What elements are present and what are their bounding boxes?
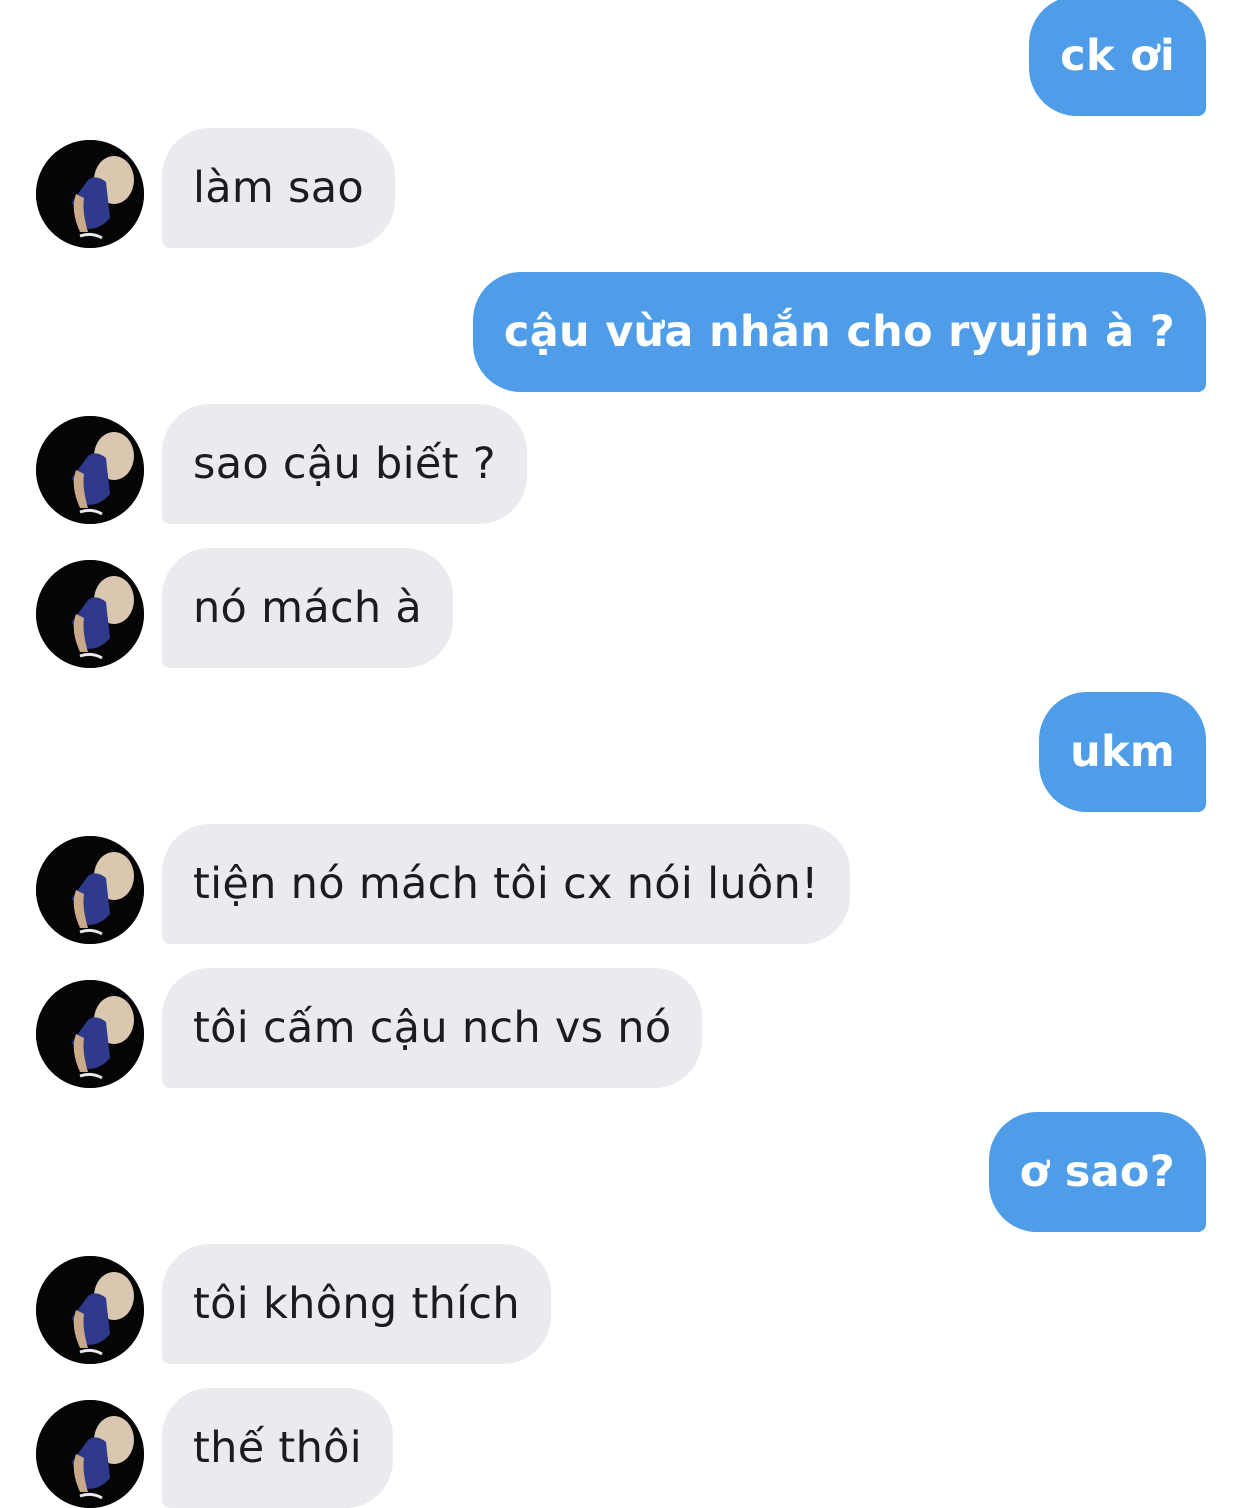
incoming-message-bubble[interactable]: làm sao xyxy=(162,128,396,248)
contact-avatar[interactable] xyxy=(36,560,144,668)
outgoing-message-bubble[interactable]: ck ơi xyxy=(1029,0,1206,116)
outgoing-message-bubble[interactable]: cậu vừa nhắn cho ryujin à ? xyxy=(472,272,1206,392)
incoming-message-bubble[interactable]: tiện nó mách tôi cx nói luôn! xyxy=(162,824,850,944)
outgoing-message-bubble[interactable]: ukm xyxy=(1039,692,1206,812)
outgoing-message-bubble[interactable]: ơ sao? xyxy=(988,1112,1206,1232)
contact-avatar[interactable] xyxy=(36,836,144,944)
contact-avatar[interactable] xyxy=(36,980,144,1088)
incoming-message-bubble[interactable]: thế thôi xyxy=(162,1388,394,1508)
incoming-message-bubble[interactable]: nó mách à xyxy=(162,548,454,668)
incoming-message-bubble[interactable]: tôi cấm cậu nch vs nó xyxy=(162,968,703,1088)
incoming-message-bubble[interactable]: tôi không thích xyxy=(162,1244,551,1364)
incoming-message-bubble[interactable]: sao cậu biết ? xyxy=(162,404,527,524)
contact-avatar[interactable] xyxy=(36,1256,144,1364)
contact-avatar[interactable] xyxy=(36,416,144,524)
contact-avatar[interactable] xyxy=(36,1400,144,1508)
contact-avatar[interactable] xyxy=(36,140,144,248)
